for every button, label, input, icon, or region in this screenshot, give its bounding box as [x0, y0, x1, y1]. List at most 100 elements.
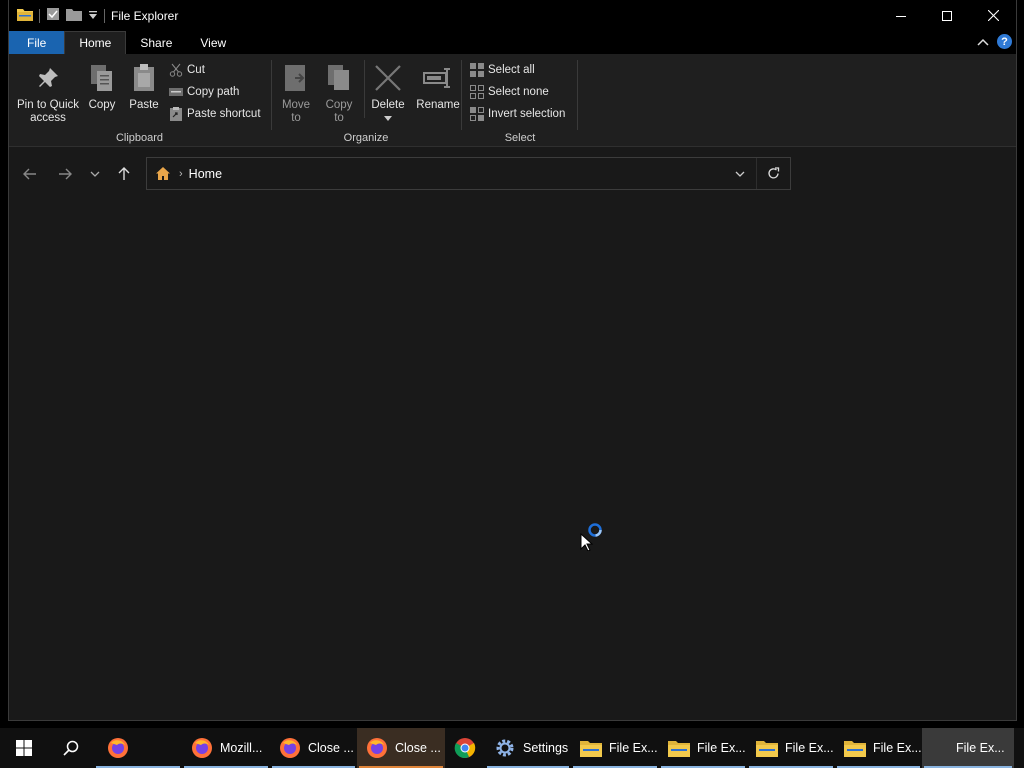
taskbar-firefox-pinned[interactable] [94, 728, 182, 768]
back-button[interactable] [19, 164, 41, 184]
pin-label-line2: access [30, 112, 66, 124]
rename-icon [422, 62, 454, 94]
copy-path-button[interactable]: Copy path [169, 83, 239, 101]
cut-label: Cut [187, 64, 205, 76]
taskbar-item-label: File Ex... [873, 741, 922, 755]
select-group: Select all Select none Invert selection … [462, 54, 578, 147]
customize-qat-icon[interactable] [88, 9, 98, 23]
copy-icon [86, 62, 118, 94]
move-to-icon [280, 62, 312, 94]
taskbar-item-mozilla[interactable]: Mozill... [182, 728, 270, 768]
paste-button[interactable]: Paste [126, 62, 162, 112]
folder-icon [667, 736, 691, 760]
address-bar-controls [724, 158, 790, 189]
forward-button[interactable] [54, 164, 76, 184]
taskbar-item-label: Close ... [395, 741, 441, 755]
help-icon[interactable]: ? [997, 34, 1012, 49]
recent-locations-button[interactable] [84, 164, 106, 184]
forward-arrow-icon [59, 168, 72, 180]
rename-button[interactable]: Rename [416, 62, 460, 112]
address-bar[interactable]: › Home [146, 157, 791, 190]
chevron-down-icon [735, 171, 745, 177]
taskbar-item-file-explorer-1[interactable]: File Ex... [571, 728, 659, 768]
back-arrow-icon [23, 168, 36, 180]
folder-icon [579, 736, 603, 760]
move-to-label-line2: to [291, 112, 301, 124]
collapse-ribbon-icon[interactable] [977, 35, 989, 49]
taskbar-item-label: File Ex... [609, 741, 658, 755]
delete-icon [372, 62, 404, 94]
ribbon-tabs: File Home Share View ? [9, 31, 1016, 54]
copy-path-label: Copy path [187, 86, 240, 98]
properties-icon[interactable] [46, 7, 60, 24]
start-button[interactable] [0, 728, 48, 768]
taskbar-item-label: Close ... [308, 741, 354, 755]
address-history-button[interactable] [724, 158, 756, 189]
close-icon [987, 10, 999, 21]
taskbar-item-close-2[interactable]: Close ... [357, 728, 445, 768]
taskbar-item-file-explorer-4[interactable]: File Ex... [835, 728, 922, 768]
select-all-button[interactable]: Select all [470, 61, 535, 79]
taskbar-item-label: File Ex... [785, 741, 834, 755]
busy-cursor-icon [580, 521, 606, 554]
ribbon-group-divider [577, 60, 578, 130]
close-button[interactable] [970, 0, 1016, 31]
taskbar-chrome[interactable] [445, 728, 485, 768]
firefox-icon [365, 736, 389, 760]
copy-button[interactable]: Copy [85, 62, 119, 112]
invert-selection-button[interactable]: Invert selection [470, 105, 565, 123]
organize-group-label: Organize [343, 132, 389, 144]
window-controls [878, 0, 1016, 31]
tab-home[interactable]: Home [64, 31, 127, 54]
breadcrumb-home[interactable]: Home [189, 167, 222, 181]
rename-label: Rename [416, 99, 460, 111]
tab-view[interactable]: View [186, 31, 240, 54]
select-all-icon [470, 63, 484, 77]
select-group-label: Select [504, 132, 536, 144]
taskbar-item-label: File Ex... [697, 741, 746, 755]
tab-share[interactable]: Share [126, 31, 186, 54]
content-pane[interactable] [9, 198, 1016, 720]
delete-button[interactable]: Delete [370, 62, 406, 125]
cut-button[interactable]: Cut [169, 61, 205, 79]
pin-to-quick-access-button[interactable]: Pin to Quick access [15, 62, 81, 125]
scissors-icon [169, 63, 183, 77]
tab-file[interactable]: File [9, 31, 65, 54]
move-to-button[interactable]: Move to [280, 62, 312, 125]
copy-to-button[interactable]: Copy to [323, 62, 355, 125]
up-button[interactable] [113, 164, 135, 184]
clipboard-group: Pin to Quick access Copy Paste Cut Copy … [9, 54, 270, 147]
ribbon-right-controls: ? [977, 34, 1012, 49]
paste-shortcut-button[interactable]: Paste shortcut [169, 105, 261, 123]
folder-icon [755, 736, 779, 760]
paste-icon [128, 62, 160, 94]
delete-label: Delete [371, 99, 405, 111]
ribbon: Pin to Quick access Copy Paste Cut Copy … [9, 54, 1016, 147]
taskbar-item-label: File Ex... [956, 741, 1005, 755]
taskbar-item-close-1[interactable]: Close ... [270, 728, 357, 768]
navigation-bar: › Home [9, 148, 1016, 198]
invert-selection-label: Invert selection [488, 108, 566, 120]
delete-dropdown-icon[interactable] [384, 112, 392, 125]
title-bar: File Explorer [9, 0, 1016, 31]
pin-label-line1: Pin to Quick [17, 99, 79, 111]
select-none-button[interactable]: Select none [470, 83, 549, 101]
taskbar-item-file-explorer-3[interactable]: File Ex... [747, 728, 835, 768]
refresh-button[interactable] [756, 158, 790, 189]
firefox-icon [106, 736, 130, 760]
minimize-icon [896, 15, 906, 17]
taskbar-item-file-explorer-2[interactable]: File Ex... [659, 728, 747, 768]
taskbar-item-settings[interactable]: Settings [485, 728, 571, 768]
firefox-icon [278, 736, 302, 760]
taskbar-item-file-explorer-5[interactable]: File Ex... [922, 728, 1014, 768]
new-folder-icon[interactable] [66, 8, 82, 24]
chrome-icon [453, 736, 477, 760]
select-all-label: Select all [488, 64, 535, 76]
maximize-button[interactable] [924, 0, 970, 31]
up-arrow-icon [118, 167, 130, 180]
refresh-icon [768, 167, 780, 179]
search-button[interactable] [48, 728, 94, 768]
copy-to-label-line2: to [334, 112, 344, 124]
qat-separator [39, 8, 40, 23]
minimize-button[interactable] [878, 0, 924, 31]
